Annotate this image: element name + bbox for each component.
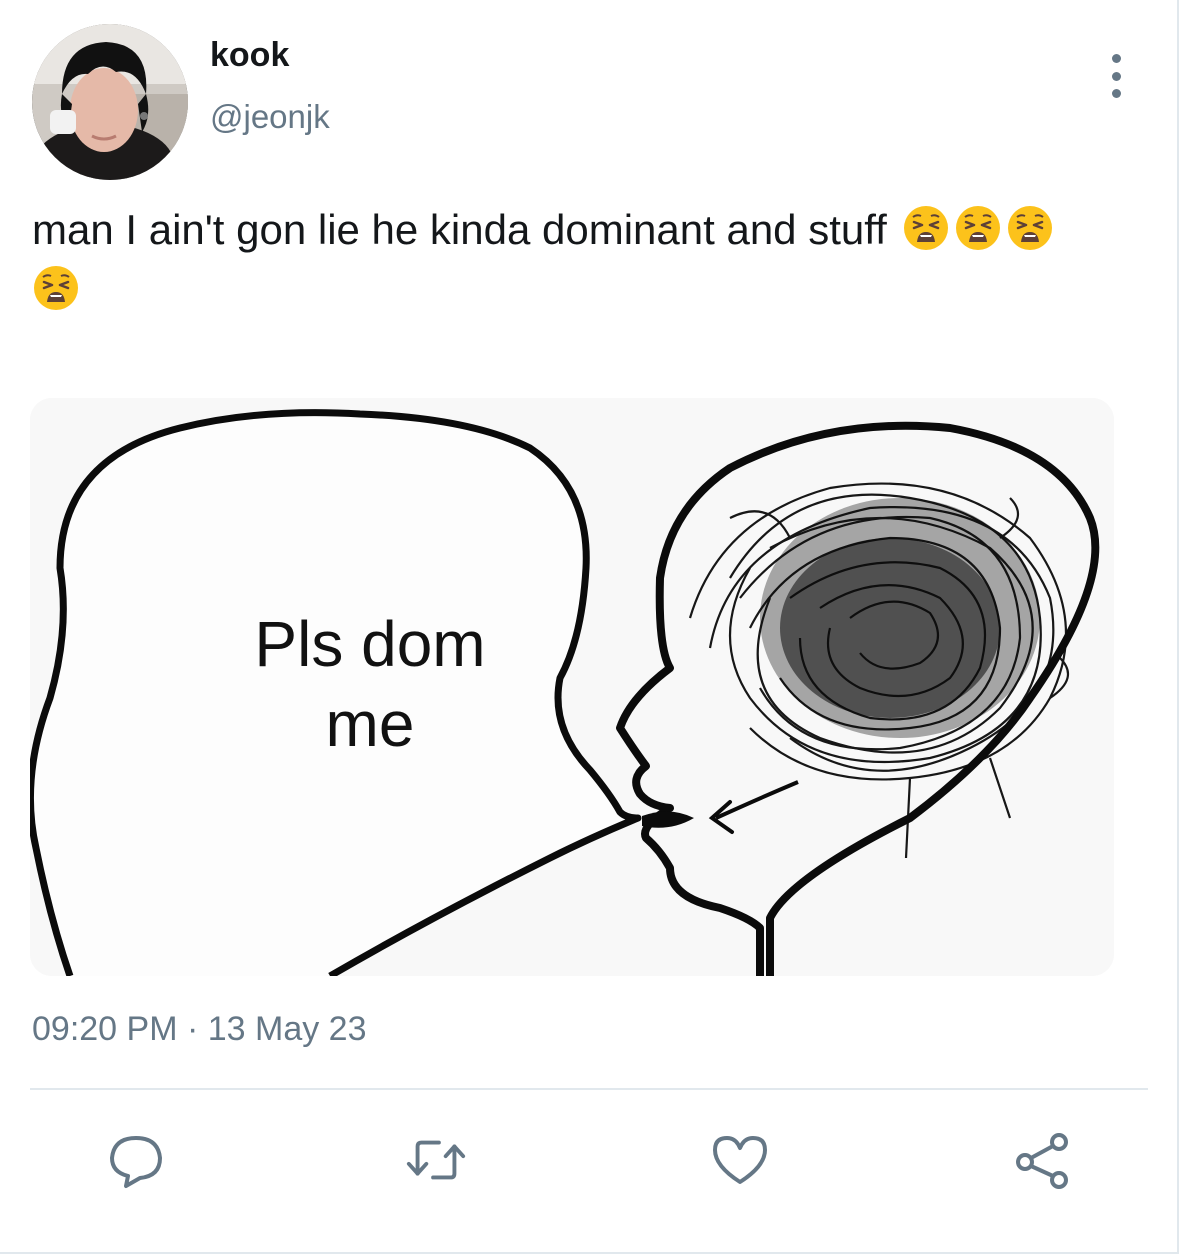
more-options-icon[interactable]: [1096, 54, 1136, 98]
weary-face-icon: [1008, 206, 1053, 250]
like-icon: [713, 1136, 767, 1184]
tweet-card: kook @jeonjk man I ain't gon lie he kind…: [0, 0, 1179, 1254]
user-handle[interactable]: @jeonjk: [210, 98, 330, 136]
meme-caption-line1: Pls dom: [254, 608, 486, 680]
tweet-timestamp[interactable]: 09:20 PM · 13 May 23: [32, 1010, 367, 1049]
display-name[interactable]: kook: [210, 36, 289, 75]
weary-face-icon: [34, 266, 78, 310]
retweet-button[interactable]: [404, 1128, 468, 1192]
retweet-icon: [406, 1140, 466, 1180]
meme-caption-line2: me: [325, 688, 415, 760]
divider: [30, 1088, 1148, 1090]
weary-face-icon: [904, 206, 949, 250]
reply-button[interactable]: [104, 1128, 168, 1192]
avatar[interactable]: [32, 24, 188, 180]
like-button[interactable]: [708, 1128, 772, 1192]
dot: [1111, 71, 1121, 81]
tweet-media-image[interactable]: Pls dom me: [30, 398, 1114, 976]
meme-drawing: [30, 398, 1114, 976]
tweet-body: man I ain't gon lie he kinda dominant an…: [32, 206, 887, 253]
weary-face-icon: [956, 206, 1001, 250]
reply-icon: [110, 1136, 162, 1188]
share-icon: [1016, 1133, 1068, 1189]
dot: [1111, 54, 1121, 63]
dot: [1111, 89, 1121, 98]
tweet-text: man I ain't gon lie he kinda dominant an…: [32, 200, 1162, 320]
share-button[interactable]: [1010, 1128, 1074, 1192]
